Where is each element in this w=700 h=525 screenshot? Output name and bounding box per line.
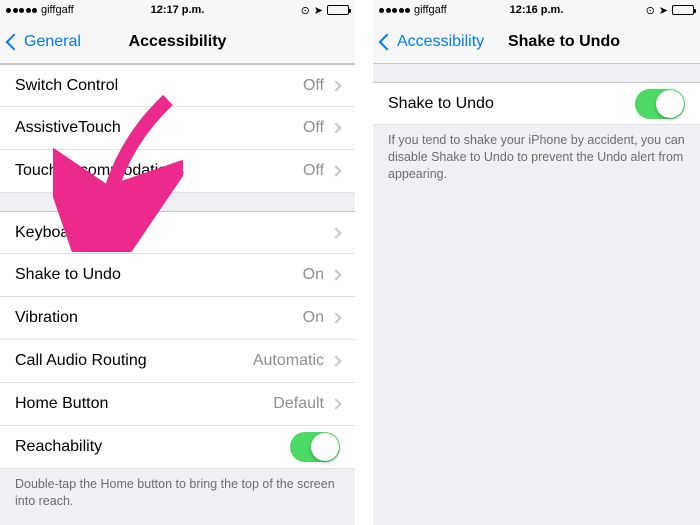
row-reachability[interactable]: Reachability xyxy=(0,426,355,469)
chevron-right-icon xyxy=(330,227,341,238)
back-button[interactable]: Accessibility xyxy=(381,33,484,51)
chevron-right-icon xyxy=(330,398,341,409)
chevron-right-icon xyxy=(330,269,341,280)
chevron-right-icon xyxy=(330,165,341,176)
row-touch-accommodations[interactable]: Touch Accommodations Off xyxy=(0,150,355,193)
back-label: Accessibility xyxy=(397,33,484,51)
shake-to-undo-toggle[interactable] xyxy=(635,89,685,119)
chevron-left-icon xyxy=(6,33,23,50)
row-shake-to-undo[interactable]: Shake to Undo On xyxy=(0,254,355,297)
back-button[interactable]: General xyxy=(8,33,81,51)
alarm-icon: ⊙ xyxy=(301,4,310,17)
row-shake-to-undo[interactable]: Shake to Undo xyxy=(373,82,700,125)
settings-list: Shake to Undo If you tend to shake your … xyxy=(373,64,700,525)
reachability-toggle[interactable] xyxy=(290,432,340,462)
row-call-audio-routing[interactable]: Call Audio Routing Automatic xyxy=(0,340,355,383)
battery-icon xyxy=(672,5,694,15)
page-title: Shake to Undo xyxy=(508,33,620,51)
back-label: General xyxy=(24,33,81,51)
chevron-right-icon xyxy=(330,355,341,366)
location-icon: ➤ xyxy=(659,4,668,17)
location-icon: ➤ xyxy=(314,4,323,17)
status-bar: giffgaff 12:16 p.m. ⊙ ➤ xyxy=(373,0,700,20)
signal-dots-icon xyxy=(6,8,37,13)
row-switch-control[interactable]: Switch Control Off xyxy=(0,64,355,107)
row-label: Vibration xyxy=(15,309,303,327)
row-label: Touch Accommodations xyxy=(15,162,303,180)
status-time: 12:16 p.m. xyxy=(510,4,564,16)
row-assistive-touch[interactable]: AssistiveTouch Off xyxy=(0,107,355,150)
phone-shake-to-undo: giffgaff 12:16 p.m. ⊙ ➤ Accessibility Sh… xyxy=(373,0,700,525)
chevron-right-icon xyxy=(330,122,341,133)
row-value: Off xyxy=(303,77,324,95)
chevron-right-icon xyxy=(330,80,341,91)
signal-dots-icon xyxy=(379,8,410,13)
alarm-icon: ⊙ xyxy=(646,4,655,17)
row-label: Shake to Undo xyxy=(15,266,303,284)
reachability-footer: Double-tap the Home button to bring the … xyxy=(0,469,355,514)
chevron-right-icon xyxy=(330,312,341,323)
row-value: On xyxy=(303,266,324,284)
row-label: Call Audio Routing xyxy=(15,352,253,370)
row-value: Off xyxy=(303,119,324,137)
settings-list[interactable]: Switch Control Off AssistiveTouch Off To… xyxy=(0,64,355,525)
status-bar: giffgaff 12:17 p.m. ⊙ ➤ xyxy=(0,0,355,20)
row-value: Automatic xyxy=(253,352,324,370)
page-title: Accessibility xyxy=(129,33,227,51)
shake-to-undo-footer: If you tend to shake your iPhone by acci… xyxy=(373,125,700,187)
row-vibration[interactable]: Vibration On xyxy=(0,297,355,340)
nav-bar: Accessibility Shake to Undo xyxy=(373,20,700,64)
row-label: Reachability xyxy=(15,438,290,456)
row-label: Shake to Undo xyxy=(388,95,635,113)
row-label: AssistiveTouch xyxy=(15,119,303,137)
row-value: On xyxy=(303,309,324,327)
phone-accessibility: giffgaff 12:17 p.m. ⊙ ➤ General Accessib… xyxy=(0,0,355,525)
row-label: Keyboard xyxy=(15,224,332,242)
nav-bar: General Accessibility xyxy=(0,20,355,64)
row-keyboard[interactable]: Keyboard xyxy=(0,211,355,254)
carrier-label: giffgaff xyxy=(41,4,74,16)
carrier-label: giffgaff xyxy=(414,4,447,16)
row-label: Home Button xyxy=(15,395,273,413)
row-home-button[interactable]: Home Button Default xyxy=(0,383,355,426)
section-header-hearing: HEARING xyxy=(0,514,355,525)
row-value: Default xyxy=(273,395,324,413)
row-label: Switch Control xyxy=(15,77,303,95)
row-value: Off xyxy=(303,162,324,180)
status-time: 12:17 p.m. xyxy=(151,4,205,16)
chevron-left-icon xyxy=(379,33,396,50)
battery-icon xyxy=(327,5,349,15)
